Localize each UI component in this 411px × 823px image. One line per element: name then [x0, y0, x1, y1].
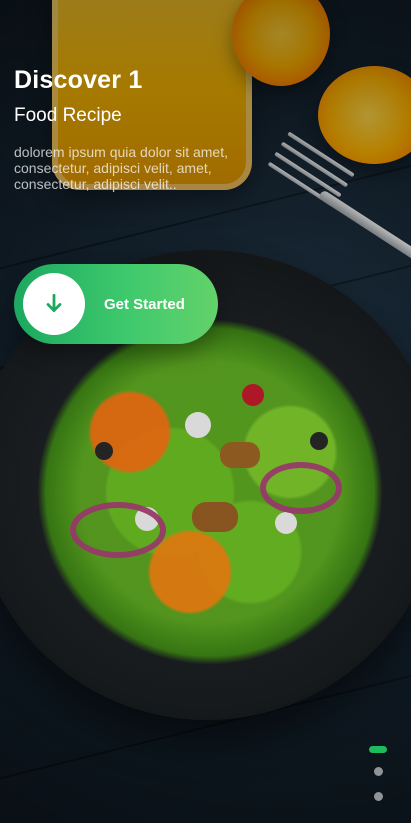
get-started-icon-circle[interactable] [23, 273, 85, 335]
get-started-label: Get Started [104, 295, 185, 313]
onboarding-header: Discover 1 Food Recipe dolorem ipsum qui… [14, 64, 274, 192]
pagination-dot[interactable] [373, 767, 383, 776]
pagination-dot-active[interactable] [369, 746, 387, 753]
page-description: dolorem ipsum quia dolor sit amet, conse… [14, 144, 228, 192]
pagination-indicator [368, 746, 388, 817]
onboarding-screen: Discover 1 Food Recipe dolorem ipsum qui… [0, 0, 411, 823]
arrow-down-icon [46, 293, 62, 312]
pagination-dot[interactable] [373, 792, 383, 801]
page-title: Discover 1 [14, 66, 143, 94]
page-subtitle: Food Recipe [14, 105, 122, 126]
get-started-button[interactable]: Get Started [14, 264, 218, 344]
